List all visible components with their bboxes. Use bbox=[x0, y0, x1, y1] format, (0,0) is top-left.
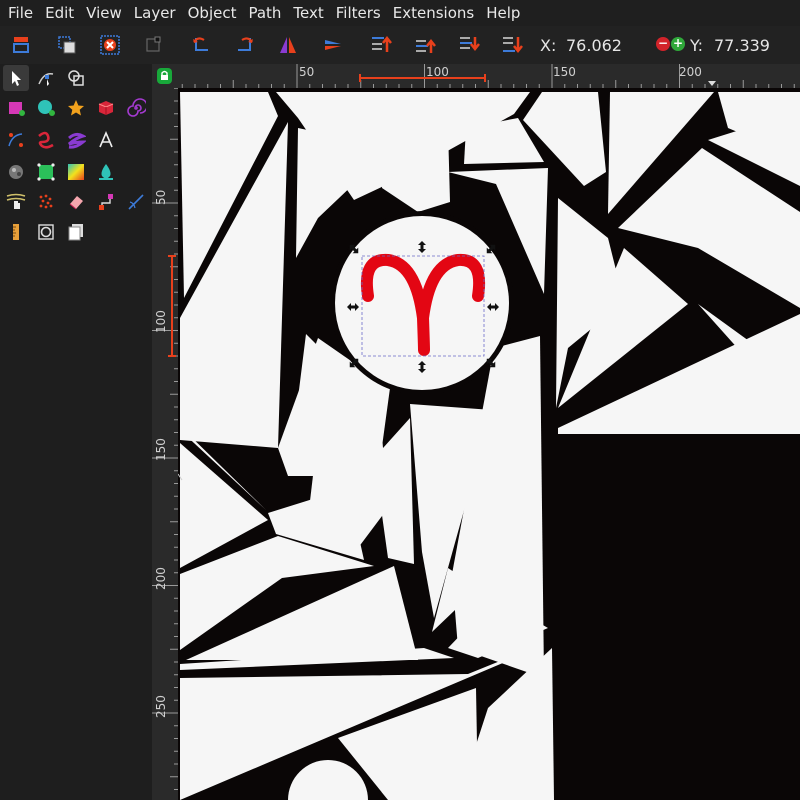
menu-extensions[interactable]: Extensions bbox=[387, 0, 480, 26]
rotate-bbox-icon[interactable] bbox=[140, 32, 166, 58]
gradient-tool-icon[interactable] bbox=[63, 159, 89, 185]
vruler-label: 50 bbox=[154, 189, 168, 205]
pages-tool-icon[interactable] bbox=[63, 219, 89, 245]
box-3d-tool-icon[interactable] bbox=[93, 95, 119, 121]
ruler-corner bbox=[152, 64, 178, 88]
flip-horizontal-icon[interactable] bbox=[275, 32, 301, 58]
raise-to-top-icon[interactable] bbox=[368, 32, 394, 58]
ruler-arrow-icon bbox=[708, 81, 716, 86]
dropper-tool-icon[interactable] bbox=[3, 159, 29, 185]
vruler-label: 250 bbox=[154, 695, 168, 718]
vruler-label: 200 bbox=[154, 567, 168, 590]
hruler-label: 200 bbox=[679, 65, 702, 79]
vruler-label: 150 bbox=[154, 438, 168, 461]
text-tool-icon[interactable] bbox=[93, 127, 119, 153]
menu-edit[interactable]: Edit bbox=[39, 0, 80, 26]
raise-icon[interactable] bbox=[412, 32, 438, 58]
lock-icon[interactable] bbox=[152, 64, 178, 88]
ellipse-tool-icon[interactable] bbox=[33, 95, 59, 121]
menu-help[interactable]: Help bbox=[480, 0, 526, 26]
drawing-canvas[interactable] bbox=[178, 88, 800, 800]
menu-text[interactable]: Text bbox=[287, 0, 329, 26]
tool-controls-bar: X: 76.062 − + Y: 77.339 bbox=[0, 26, 800, 64]
select-all-icon[interactable] bbox=[8, 32, 34, 58]
x-increment-button[interactable]: + bbox=[671, 37, 685, 51]
connector-tool-icon[interactable] bbox=[93, 189, 119, 215]
selection-extent-hruler-end bbox=[484, 74, 486, 82]
lower-icon[interactable] bbox=[456, 32, 482, 58]
x-label: X: bbox=[540, 36, 557, 55]
shape-builder-tool-icon[interactable] bbox=[63, 65, 89, 91]
menu-object[interactable]: Object bbox=[182, 0, 243, 26]
spray-tool-icon[interactable] bbox=[33, 189, 59, 215]
calligraphy-tool-icon[interactable] bbox=[63, 127, 89, 153]
spiral-tool-icon[interactable] bbox=[123, 95, 149, 121]
selector-tool-icon[interactable] bbox=[3, 65, 29, 91]
menu-filters[interactable]: Filters bbox=[330, 0, 387, 26]
toolbox bbox=[0, 64, 152, 800]
menu-view[interactable]: View bbox=[80, 0, 128, 26]
zoom-tool-icon[interactable] bbox=[33, 219, 59, 245]
y-label: Y: bbox=[690, 36, 704, 55]
vruler-label: 100 bbox=[154, 310, 168, 333]
rotate-cw-icon[interactable] bbox=[232, 32, 258, 58]
hruler-label: 150 bbox=[553, 65, 576, 79]
selection-extent-vruler bbox=[171, 255, 173, 357]
select-all-layers-icon[interactable] bbox=[54, 32, 80, 58]
selection-extent-vruler-end bbox=[168, 355, 176, 357]
menu-path[interactable]: Path bbox=[242, 0, 287, 26]
measure-tool-icon[interactable] bbox=[123, 189, 149, 215]
menu-file[interactable]: File bbox=[2, 0, 39, 26]
star-tool-icon[interactable] bbox=[63, 95, 89, 121]
paint-bucket-tool-icon[interactable] bbox=[93, 159, 119, 185]
rotate-ccw-icon[interactable] bbox=[188, 32, 214, 58]
inkscape-window: File Edit View Layer Object Path Text Fi… bbox=[0, 0, 800, 800]
rectangle-tool-icon[interactable] bbox=[3, 95, 29, 121]
x-input[interactable]: 76.062 bbox=[566, 36, 622, 55]
tweak-tool-icon[interactable] bbox=[3, 189, 29, 215]
hruler-label: 50 bbox=[299, 65, 315, 79]
flip-vertical-icon[interactable] bbox=[320, 32, 346, 58]
selection-extent-vruler-start bbox=[168, 255, 176, 257]
horizontal-ruler[interactable]: 50 100 150 200 bbox=[178, 64, 800, 88]
deselect-icon[interactable] bbox=[97, 32, 123, 58]
menu-bar: File Edit View Layer Object Path Text Fi… bbox=[0, 0, 800, 26]
pen-tool-icon[interactable] bbox=[3, 127, 29, 153]
node-tool-icon[interactable] bbox=[33, 65, 59, 91]
vertical-ruler[interactable]: 50 100 150 200 250 bbox=[152, 88, 178, 800]
ruler-tool-icon[interactable] bbox=[3, 219, 29, 245]
x-decrement-button[interactable]: − bbox=[656, 37, 670, 51]
eraser-tool-icon[interactable] bbox=[63, 189, 89, 215]
pencil-tool-icon[interactable] bbox=[33, 127, 59, 153]
selection-extent-hruler-start bbox=[359, 74, 361, 82]
selection-extent-hruler bbox=[359, 77, 486, 79]
mesh-tool-icon[interactable] bbox=[33, 159, 59, 185]
menu-layer[interactable]: Layer bbox=[128, 0, 182, 26]
y-input[interactable]: 77.339 bbox=[714, 36, 770, 55]
lower-to-bottom-icon[interactable] bbox=[499, 32, 525, 58]
